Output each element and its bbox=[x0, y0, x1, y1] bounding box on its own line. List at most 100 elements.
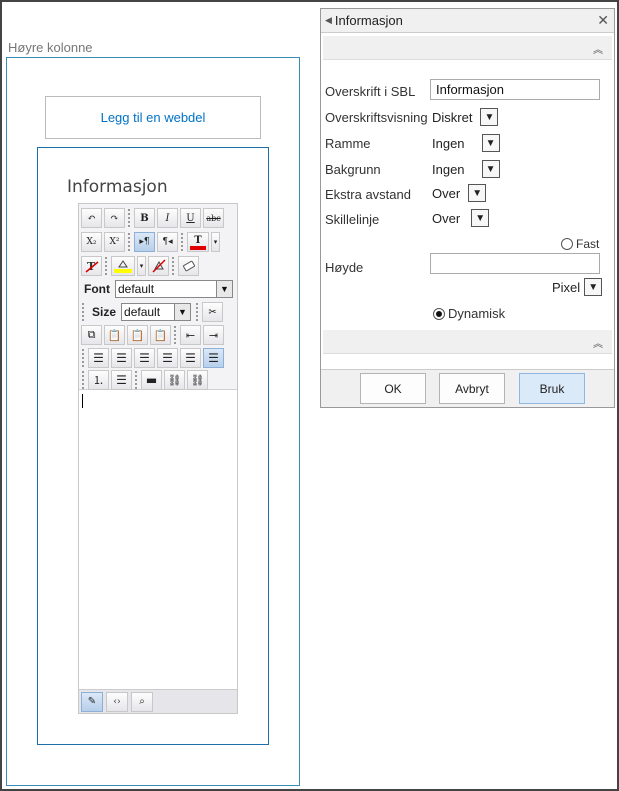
ramme-label: Ramme bbox=[325, 136, 371, 151]
paragraph-icon[interactable]: ☰ bbox=[88, 348, 109, 368]
highlight-dropdown-icon[interactable]: ▾ bbox=[137, 256, 146, 276]
outdent-icon[interactable]: ⇤ bbox=[180, 325, 201, 345]
clear-format-icon[interactable]: T bbox=[81, 256, 102, 276]
toolbar-separator bbox=[105, 257, 108, 275]
ok-button[interactable]: OK bbox=[360, 373, 426, 404]
link-icon[interactable]: ⛓ bbox=[164, 370, 185, 390]
bakgrunn-value: Ingen bbox=[432, 161, 465, 177]
editor-toolbar: ↶ ↷ B I U abc X₂ X² ▸¶ ¶◂ T ▾ T ▾ Font d… bbox=[79, 204, 237, 390]
unlink-icon[interactable]: ⛓ bbox=[187, 370, 208, 390]
skille-value: Over bbox=[432, 210, 461, 226]
chevron-up-icon[interactable]: ︽ bbox=[590, 335, 606, 350]
horizontal-rule-icon[interactable]: ▬ bbox=[141, 370, 162, 390]
strikethrough-icon[interactable]: abc bbox=[203, 208, 224, 228]
toolbar-row: ↶ ↷ B I U abc bbox=[81, 207, 224, 229]
overskrift-input[interactable]: Informasjon bbox=[430, 79, 600, 100]
align-left-icon[interactable]: ☰ bbox=[111, 348, 132, 368]
preview-mode-icon[interactable]: ⌕ bbox=[131, 691, 153, 712]
webpart-tool-panel: ◀ Informasjon ✕ ︽ Overskrift i SBL Infor… bbox=[320, 8, 615, 408]
toolbar-row: ⧉ 📋 📋 📋 ⇤ ⇥ bbox=[81, 324, 224, 346]
bakgrunn-select[interactable]: Ingen ▼ bbox=[430, 159, 500, 179]
size-select-value: default bbox=[124, 305, 161, 319]
subscript-icon[interactable]: X₂ bbox=[81, 232, 102, 252]
visning-select[interactable]: Diskret ▼ bbox=[430, 107, 499, 127]
panel-header: ◀ Informasjon ✕ bbox=[321, 9, 614, 33]
dynamisk-label: Dynamisk bbox=[448, 306, 506, 321]
toolbar-separator bbox=[82, 371, 85, 389]
size-select[interactable]: default ▼ bbox=[121, 303, 192, 321]
paste-icon[interactable]: 📋 bbox=[104, 325, 125, 345]
toolbar-row: Font default ▼ bbox=[81, 278, 233, 300]
panel-title: Informasjon bbox=[334, 13, 403, 28]
ordered-list-icon[interactable]: ⒈ bbox=[88, 370, 109, 390]
chevron-down-icon: ▼ bbox=[174, 304, 191, 320]
font-color-bar bbox=[190, 245, 206, 250]
paste-text-icon[interactable]: 📋 bbox=[127, 325, 148, 345]
justify-full-icon[interactable]: ☰ bbox=[203, 348, 224, 368]
ramme-select[interactable]: Ingen ▼ bbox=[430, 133, 500, 153]
font-color-dropdown-icon[interactable]: ▾ bbox=[211, 232, 220, 252]
toolbar-separator bbox=[128, 233, 131, 251]
hoyde-label: Høyde bbox=[325, 260, 364, 275]
text-cursor bbox=[82, 394, 83, 408]
italic-icon[interactable]: I bbox=[157, 208, 178, 228]
copy-icon[interactable]: ⧉ bbox=[81, 325, 102, 345]
fast-radio[interactable]: Fast bbox=[561, 237, 599, 251]
overskrift-label: Overskrift i SBL bbox=[325, 84, 416, 99]
chevron-down-icon: ▼ bbox=[481, 134, 500, 152]
avstand-label: Ekstra avstand bbox=[325, 187, 411, 202]
panel-footer: OK Avbryt Bruk bbox=[321, 369, 614, 407]
chevron-down-icon: ▼ bbox=[480, 108, 499, 126]
close-icon[interactable]: ✕ bbox=[597, 12, 609, 29]
bold-icon[interactable]: B bbox=[134, 208, 155, 228]
chevron-down-icon: ▼ bbox=[471, 209, 490, 227]
toolbar-row: T ▾ bbox=[81, 255, 199, 277]
collapse-arrow-icon[interactable]: ◀ bbox=[325, 15, 332, 26]
chevron-down-icon: ▼ bbox=[468, 184, 487, 202]
paste-word-icon[interactable]: 📋 bbox=[150, 325, 171, 345]
underline-icon[interactable]: U bbox=[180, 208, 201, 228]
font-select-value: default bbox=[118, 282, 155, 296]
rich-text-editor: ↶ ↷ B I U abc X₂ X² ▸¶ ¶◂ T ▾ T ▾ Font d… bbox=[78, 203, 238, 714]
highlight-icon[interactable] bbox=[111, 256, 135, 276]
design-mode-icon[interactable]: ✎ bbox=[81, 691, 103, 712]
rtl-icon[interactable]: ¶◂ bbox=[157, 232, 178, 252]
avstand-select[interactable]: Over ▼ bbox=[430, 183, 487, 203]
toolbar-row: ⒈ ☰ ▬ ⛓ ⛓ bbox=[81, 369, 208, 391]
avstand-value: Over bbox=[432, 185, 461, 201]
ltr-icon[interactable]: ▸¶ bbox=[134, 232, 155, 252]
eraser-icon[interactable] bbox=[178, 256, 199, 276]
dynamisk-radio[interactable]: Dynamisk bbox=[433, 306, 505, 321]
font-color-icon[interactable]: T bbox=[187, 232, 209, 252]
font-select[interactable]: default ▼ bbox=[115, 280, 233, 298]
superscript-icon[interactable]: X² bbox=[104, 232, 125, 252]
webpart-title: Informasjon bbox=[67, 177, 168, 197]
chevron-down-icon: ▼ bbox=[584, 278, 603, 296]
toolbar-separator bbox=[82, 303, 85, 321]
align-right-icon[interactable]: ☰ bbox=[157, 348, 178, 368]
undo-icon[interactable]: ↶ bbox=[81, 208, 102, 228]
chevron-up-icon[interactable]: ︽ bbox=[590, 41, 606, 56]
cut-icon[interactable]: ✂ bbox=[202, 302, 224, 322]
toolbar-separator bbox=[196, 303, 199, 321]
unit-value: Pixel bbox=[552, 279, 581, 295]
html-mode-icon[interactable]: ‹› bbox=[106, 691, 128, 712]
toolbar-separator bbox=[82, 349, 85, 367]
font-label: Font bbox=[84, 282, 110, 296]
editor-mode-bar: ✎ ‹› ⌕ bbox=[79, 689, 237, 713]
toolbar-row: ☰ ☰ ☰ ☰ ☰ ☰ bbox=[81, 347, 224, 369]
unordered-list-icon[interactable]: ☰ bbox=[111, 370, 132, 390]
cancel-button[interactable]: Avbryt bbox=[439, 373, 505, 404]
hoyde-input[interactable] bbox=[430, 253, 600, 274]
redo-icon[interactable]: ↷ bbox=[104, 208, 125, 228]
apply-button[interactable]: Bruk bbox=[519, 373, 585, 404]
align-center-icon[interactable]: ☰ bbox=[134, 348, 155, 368]
justify-icon[interactable]: ☰ bbox=[180, 348, 201, 368]
radio-circle-selected bbox=[433, 307, 445, 320]
remove-highlight-icon[interactable] bbox=[148, 256, 169, 276]
add-webpart-button[interactable]: Legg til en webdel bbox=[45, 96, 261, 139]
unit-select[interactable]: Pixel ▼ bbox=[550, 277, 603, 297]
skille-select[interactable]: Over ▼ bbox=[430, 208, 490, 228]
toolbar-separator bbox=[181, 233, 184, 251]
indent-icon[interactable]: ⇥ bbox=[203, 325, 224, 345]
